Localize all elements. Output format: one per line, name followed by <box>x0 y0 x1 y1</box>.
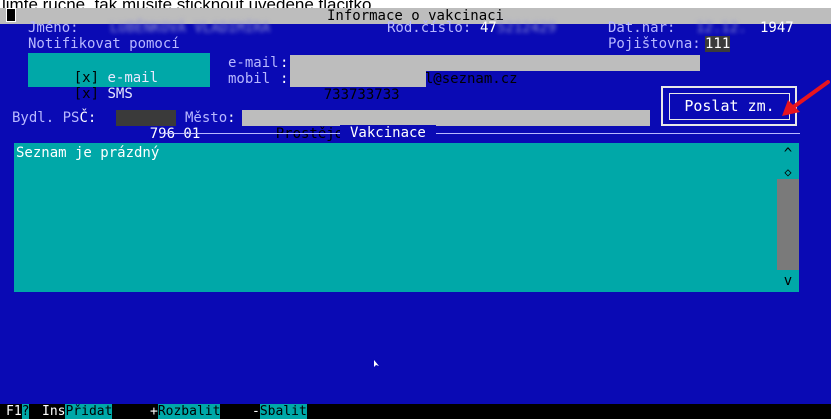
minus-action: Sbalit <box>259 404 307 419</box>
city-label: Město: <box>185 110 236 126</box>
scroll-down-icon: v <box>783 273 793 289</box>
send-changes-label: Poslat zm. <box>684 97 775 115</box>
address-label: Bydl. PSČ: <box>12 110 96 126</box>
minus-key: - <box>252 404 260 419</box>
sms-option-label: MS <box>115 86 133 102</box>
address-label-hot: Č <box>79 110 88 126</box>
psc-input-value: 796 01 <box>149 126 201 142</box>
city-input[interactable]: Prostějov <box>242 110 650 142</box>
insurer-value[interactable]: 111 <box>705 36 731 52</box>
scroll-up-button[interactable]: ^ <box>777 143 799 165</box>
birth-value-blurred: 12.12. <box>696 20 747 36</box>
mouse-cursor-icon <box>374 360 379 367</box>
status-insert[interactable]: InsPřidat <box>42 404 113 419</box>
status-collapse[interactable]: -Sbalit <box>252 404 307 419</box>
city-colon: : <box>227 110 236 126</box>
section-divider <box>160 133 800 134</box>
scroll-thumb[interactable]: ◇ <box>777 165 799 179</box>
sms-check-mark: [x] <box>73 86 100 102</box>
name-label: Jméno: <box>28 20 79 36</box>
vaccination-section-title: Vakcinace <box>340 125 436 141</box>
insurer-label: Pojištovna: <box>608 36 701 52</box>
ins-action: Přidat <box>65 404 113 419</box>
address-label-text: Bydl. PS <box>12 110 80 126</box>
rc-value-blurred: 5212429 <box>497 20 557 36</box>
status-f1[interactable]: F1? <box>6 404 30 419</box>
birth-year: 1947 <box>760 20 794 36</box>
mobile-input[interactable]: 733733733 <box>290 71 426 103</box>
address-colon: : <box>87 110 97 126</box>
city-label-text: Město <box>185 110 228 126</box>
rc-value-visible: 47 <box>480 20 497 36</box>
scroll-thumb-icon: ◇ <box>784 165 792 179</box>
plus-key: + <box>150 404 158 419</box>
scroll-down-button[interactable]: v <box>777 270 799 292</box>
email-input[interactable]: pacientuvmail@seznam.cz <box>290 55 700 87</box>
email-sep: : <box>280 55 289 71</box>
birth-label: Dat.nar: <box>608 20 676 36</box>
send-changes-button[interactable]: Poslat zm. <box>669 93 790 120</box>
vaccination-info-window: Informace o vakcinaci Jméno: LUBĚNKOVÁ V… <box>0 8 831 404</box>
status-expand[interactable]: +Rozbalit <box>150 404 221 419</box>
mobile-input-value: 733733733 <box>323 87 400 103</box>
rc-label: Rod.číslo: <box>387 20 472 36</box>
status-bar: F1? InsPřidat +Rozbalit -Sbalit <box>0 404 831 419</box>
vaccination-scrollbar[interactable]: ^ ◇ v <box>777 143 799 292</box>
scroll-up-icon: ^ <box>783 146 793 162</box>
window-close-box[interactable] <box>6 8 16 22</box>
ins-key: Ins <box>42 404 66 419</box>
email-field-label: e-mail <box>228 55 279 71</box>
sms-hotkey: S <box>107 86 116 102</box>
red-arrow-annotation-icon <box>782 80 830 116</box>
f1-key: F1 <box>6 404 22 419</box>
psc-input[interactable]: 796 01 <box>116 110 200 142</box>
vaccination-empty-text: Seznam je prázdný <box>16 145 160 161</box>
mobile-field-label: mobil <box>228 71 279 87</box>
vaccination-list[interactable]: Seznam je prázdný <box>14 143 777 292</box>
plus-action: Rozbalit <box>157 404 221 419</box>
notify-label: Notifikovat pomocí <box>28 36 180 52</box>
f1-help: ? <box>21 404 30 419</box>
name-value: LUBĚNKOVÁ VLADIMÍRA <box>110 20 271 36</box>
mobile-sep: : <box>280 71 289 87</box>
tutorial-caption: limte rucne, tak musite sticknout uveden… <box>0 0 831 8</box>
